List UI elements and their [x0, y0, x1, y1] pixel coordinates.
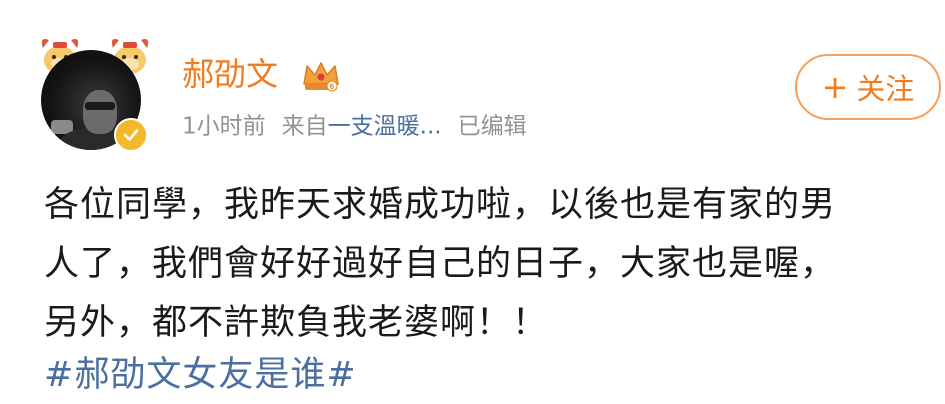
checkmark-icon [123, 129, 139, 141]
post-time: 1小时前 [182, 113, 266, 140]
post-meta: 1小时前 来自一支溫暖... 已编辑 [182, 108, 527, 145]
plus-icon: + [821, 68, 849, 106]
content-line: 各位同學，我昨天求婚成功啦，以後也是有家的男 [44, 185, 837, 225]
avatar-face [83, 90, 117, 134]
follow-label: 关注 [856, 72, 915, 106]
weibo-post: 郝劭文 6 1小时前 来自一支溫暖... 已编辑 + 关注 各位同學，我昨天求婚成功… [0, 0, 945, 404]
username[interactable]: 郝劭文 [182, 52, 278, 96]
svg-text:6: 6 [330, 83, 335, 91]
source-link[interactable]: 一支溫暖... [328, 114, 442, 140]
crown-icon[interactable]: 6 [300, 58, 342, 94]
content-line: 人了，我們會好好過好自己的日子，大家也是喔， [44, 244, 837, 284]
verified-badge-icon [114, 118, 148, 152]
source-prefix: 来自 [281, 113, 328, 140]
avatar-glasses [85, 102, 115, 110]
hashtag-link[interactable]: #郝劭文女友是谁# [44, 350, 357, 400]
content-line: 另外，都不許欺負我老婆啊！！ [44, 303, 549, 343]
avatar-container[interactable] [35, 30, 157, 152]
follow-button[interactable]: + 关注 [795, 54, 941, 120]
edited-label[interactable]: 已编辑 [458, 114, 527, 140]
post-content: 各位同學，我昨天求婚成功啦，以後也是有家的男 人了，我們會好好過好自己的日子，大… [44, 176, 939, 353]
